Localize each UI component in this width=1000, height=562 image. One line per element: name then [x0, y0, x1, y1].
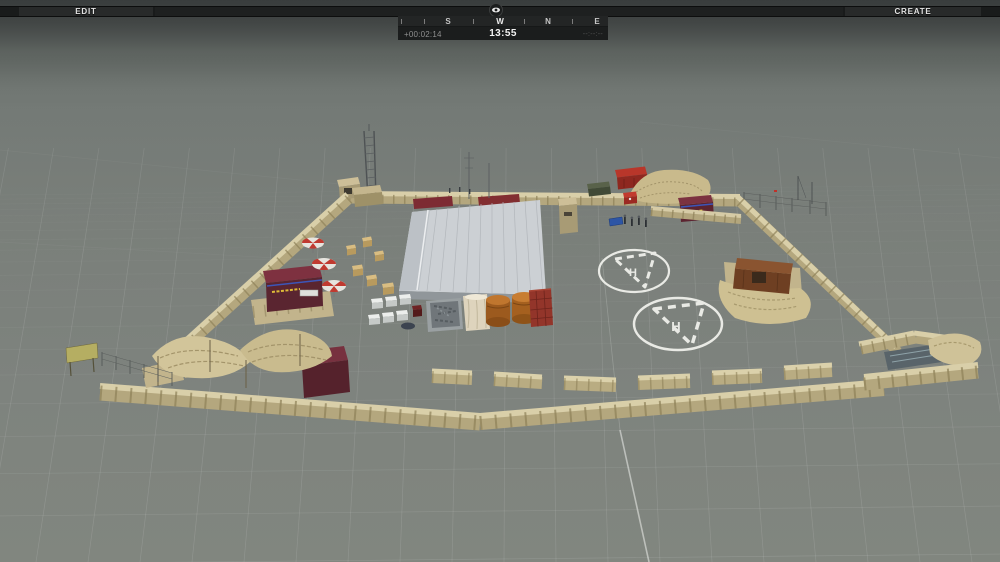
create-menu-button[interactable]: CREATE: [845, 7, 981, 16]
compass-letter-n: N: [545, 17, 551, 26]
supply-crates[interactable]: [346, 237, 394, 296]
helipad-letter: H: [671, 319, 680, 334]
helipad-marking-2[interactable]: H: [634, 298, 722, 350]
scene-svg: H H: [0, 0, 1000, 562]
editor-screen: H H: [0, 0, 1000, 562]
compass-tick: [572, 19, 573, 24]
se-corner-bunker[interactable]: [859, 333, 981, 384]
scrap-dumpster[interactable]: [426, 298, 463, 332]
table: [300, 290, 318, 296]
soldiers-ne[interactable]: [624, 215, 648, 228]
end-time: --:--:--: [583, 31, 603, 38]
helipad-letter: H: [629, 267, 637, 279]
compass-ribbon[interactable]: S W N E: [398, 16, 608, 27]
sw-corner-bunker[interactable]: [142, 329, 350, 398]
sandbag-emplacements[interactable]: [432, 365, 832, 386]
small-red-box[interactable]: [412, 305, 422, 317]
3d-viewport[interactable]: H H: [0, 0, 1000, 562]
compass-tick: [524, 19, 525, 24]
status-panel: S W N E +00:02:14 13:55 --:--:--: [398, 16, 608, 40]
camera-eye-icon[interactable]: [489, 3, 503, 17]
tarp-stack[interactable]: [463, 294, 490, 331]
helipad-marking-1[interactable]: H: [599, 250, 669, 292]
time-row: +00:02:14 13:55 --:--:--: [398, 27, 608, 40]
wire-fence-right[interactable]: [744, 176, 826, 216]
warning-sign[interactable]: [66, 343, 98, 376]
elapsed-time: +00:02:14: [404, 30, 442, 39]
compass-tick: [401, 19, 402, 24]
compass-letter-s: S: [445, 17, 450, 26]
hesco-wall-front[interactable]: [100, 382, 884, 423]
clock[interactable]: 13:55: [489, 28, 517, 39]
cage-container[interactable]: [529, 289, 553, 327]
edit-menu-button[interactable]: EDIT: [19, 7, 153, 16]
compass-letter-e: E: [594, 17, 599, 26]
guard-post[interactable]: [558, 197, 578, 234]
compass-tick: [473, 19, 474, 24]
blue-tarp[interactable]: [401, 323, 415, 330]
storage-hangar[interactable]: [399, 152, 546, 303]
compass-letter-w: W: [496, 17, 504, 26]
white-supply-boxes[interactable]: [368, 294, 411, 325]
flag-marker: [774, 190, 777, 192]
compass-tick: [424, 19, 425, 24]
cargo-container-rust[interactable]: [719, 258, 811, 324]
